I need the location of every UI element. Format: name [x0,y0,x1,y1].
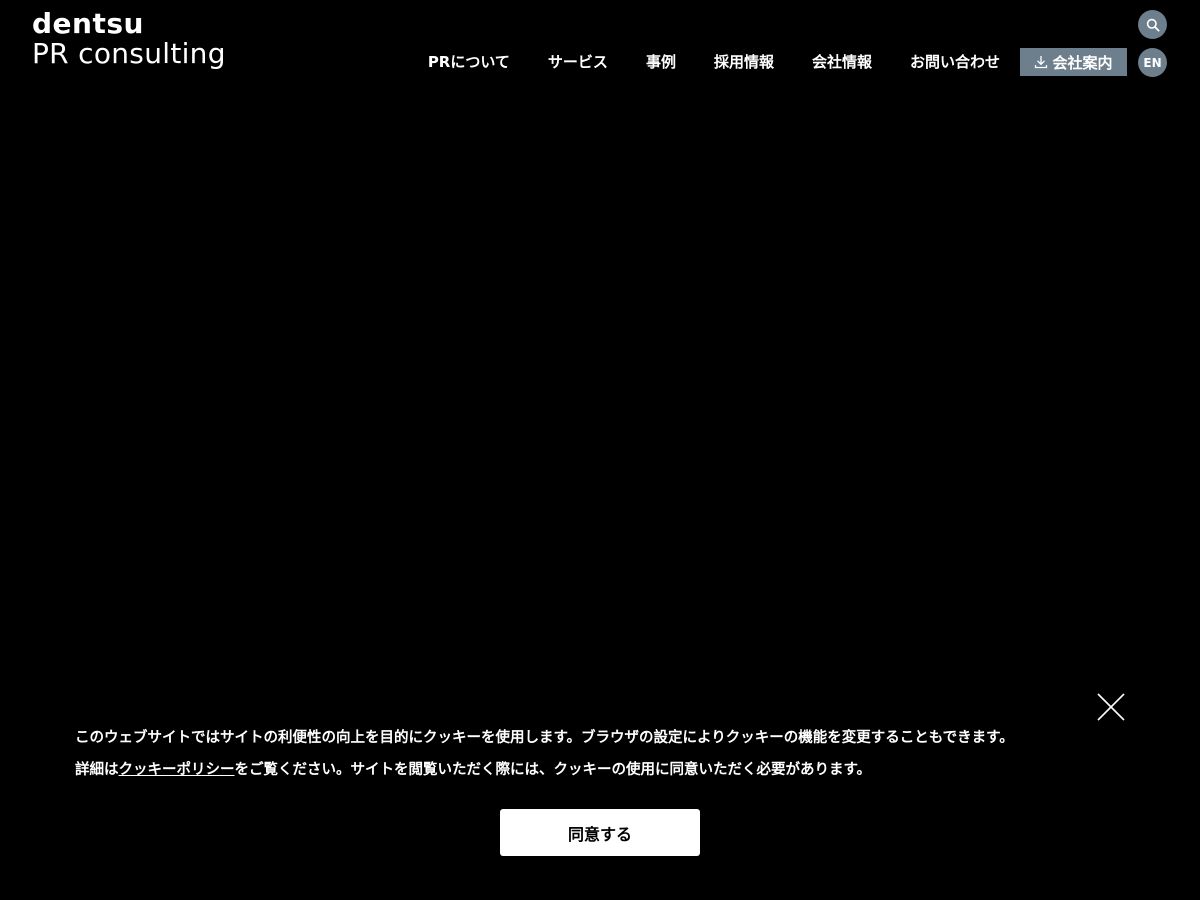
cookie-policy-link[interactable]: クッキーポリシー [119,762,235,778]
cookie-notice: このウェブサイトではサイトの利便性の向上を目的にクッキーを使用します。ブラウザの… [75,722,1085,786]
search-button[interactable] [1138,10,1167,39]
nav-item-company[interactable]: 会社情報 [812,51,872,72]
cookie-close-button[interactable] [1096,692,1126,722]
language-label: EN [1143,55,1162,70]
download-icon [1035,56,1048,69]
company-brochure-button[interactable]: 会社案内 [1020,48,1127,76]
cookie-text-prefix: 詳細は [75,762,119,778]
nav-item-cases[interactable]: 事例 [646,51,676,72]
nav-item-recruit[interactable]: 採用情報 [714,51,774,72]
cookie-text-line1: このウェブサイトではサイトの利便性の向上を目的にクッキーを使用します。ブラウザの… [75,730,1014,746]
logo-line1: dentsu [32,7,144,40]
search-icon [1146,18,1160,32]
language-switch-button[interactable]: EN [1138,48,1167,77]
nav-item-about-pr[interactable]: PRについて [428,51,510,72]
main-nav: PRについて サービス 事例 採用情報 会社情報 お問い合わせ [428,48,1000,74]
close-icon [1097,693,1125,721]
cookie-text-line2: 詳細はクッキーポリシーをご覧ください。サイトを閲覧いただく際には、クッキーの使用… [75,754,1085,786]
brochure-label: 会社案内 [1052,53,1113,72]
nav-item-contact[interactable]: お問い合わせ [910,51,1000,72]
cookie-text-suffix: をご覧ください。サイトを閲覧いただく際には、クッキーの使用に同意いただく必要があ… [234,762,872,778]
page: dentsu PR consulting PRについて サービス 事例 採用情報… [0,0,1200,900]
nav-item-services[interactable]: サービス [548,51,608,72]
agree-button[interactable]: 同意する [500,809,700,856]
logo[interactable]: dentsu PR consulting [32,10,226,68]
logo-line2: PR consulting [32,37,226,70]
